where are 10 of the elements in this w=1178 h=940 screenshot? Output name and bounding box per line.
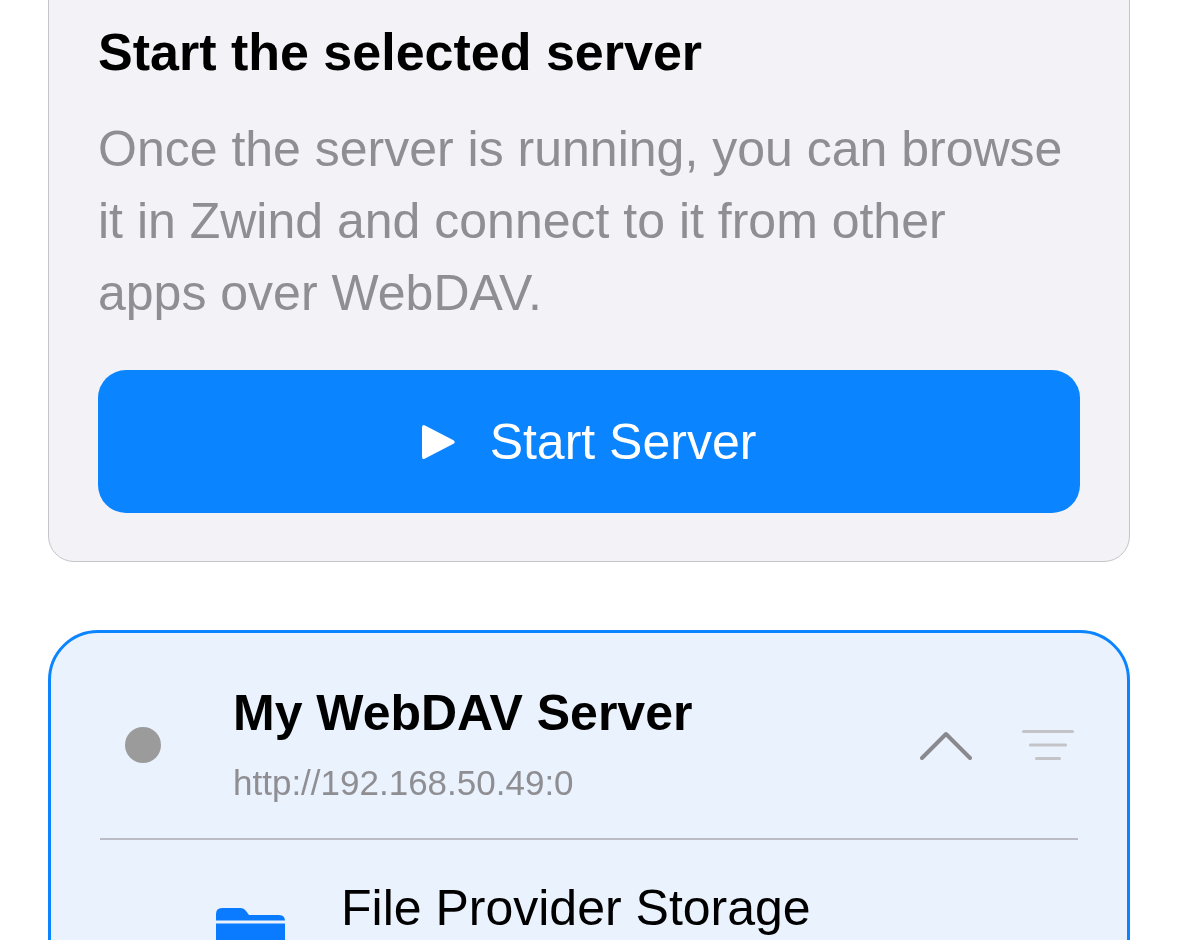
play-icon — [421, 422, 456, 461]
server-card[interactable]: My WebDAV Server http://192.168.50.49:0 File Provider Storage — [48, 630, 1130, 940]
panel-title: Start the selected server — [98, 22, 704, 82]
start-server-button[interactable]: Start Server — [98, 370, 1080, 513]
folder-name[interactable]: File Provider Storage — [341, 882, 811, 934]
chevron-up-icon[interactable] — [920, 730, 972, 760]
server-name: My WebDAV Server — [233, 687, 694, 739]
lines-icon[interactable] — [1022, 730, 1074, 760]
panel-description: Once the server is running, you can browse it in Zwind and connect to it from other apps over WebDAV. — [98, 120, 1064, 323]
server-url: http://192.168.50.49:0 — [233, 763, 575, 803]
